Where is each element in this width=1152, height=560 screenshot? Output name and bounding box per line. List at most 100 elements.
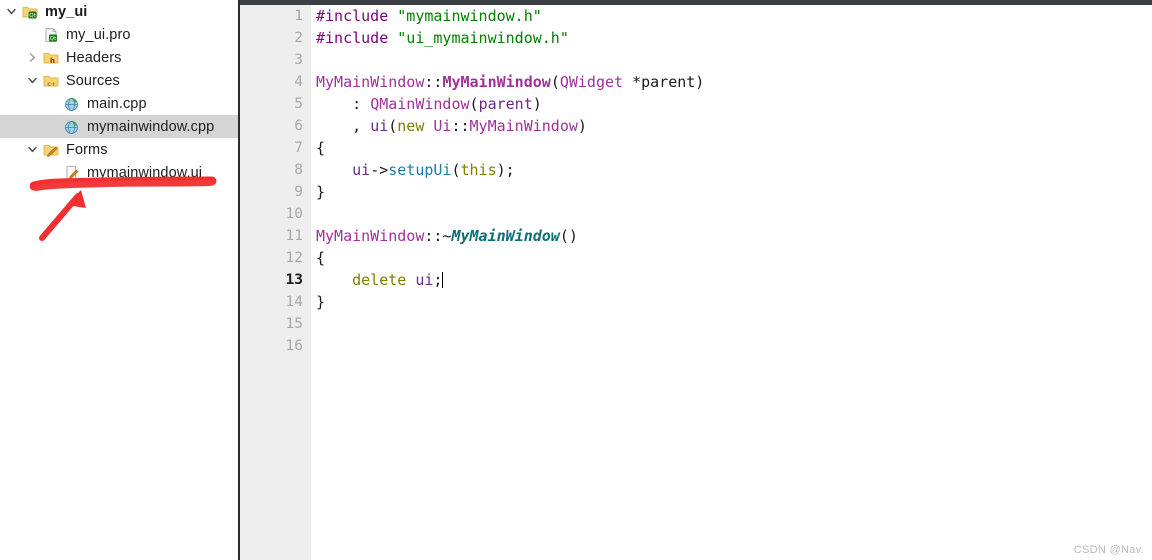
code-line[interactable]: #include "ui_mymainwindow.h" [316, 27, 1152, 49]
tree-twisty[interactable] [23, 52, 41, 63]
tree-item-sources[interactable]: c+ Sources [0, 69, 238, 92]
code-token: ( [550, 73, 560, 91]
code-line[interactable] [316, 49, 1152, 71]
line-number: 12 [240, 247, 311, 269]
svg-text:c+: c+ [47, 81, 56, 88]
code-line[interactable]: ui->setupUi(this); [316, 159, 1152, 181]
code-line[interactable]: } [316, 181, 1152, 203]
code-token: ::~ [424, 227, 452, 245]
code-token: #include [316, 29, 389, 47]
svg-text:Qt: Qt [50, 36, 57, 42]
code-token: , [316, 117, 371, 135]
app-root: Qt my_ui Qt my_ui.pro h Headers c+ Sources main.… [0, 0, 1152, 560]
watermark: CSDN @Nav. [1073, 544, 1144, 556]
tree-item-main-cpp[interactable]: main.cpp [0, 92, 238, 115]
ui-file-icon [62, 165, 82, 181]
tree-item-label: my_ui.pro [66, 26, 131, 43]
tree-item-label: mymainwindow.ui [87, 164, 203, 181]
code-line[interactable] [316, 313, 1152, 335]
tree-item-mymainwindow-cpp[interactable]: mymainwindow.cpp [0, 115, 238, 138]
cpp-file-icon [62, 119, 82, 135]
tree-item-label: my_ui [45, 3, 88, 20]
line-number: 16 [240, 335, 311, 357]
line-number-text: 1 [294, 8, 303, 24]
line-number-text: 13 [285, 272, 303, 288]
line-number: 11 [240, 225, 323, 247]
editor-top-strip [240, 0, 1152, 5]
code-token: "ui_mymainwindow.h" [397, 29, 569, 47]
code-token: ( [469, 95, 479, 113]
tree-item-label: Forms [66, 141, 108, 158]
code-line[interactable]: } [316, 291, 1152, 313]
sources-folder-icon: c+ [41, 73, 61, 89]
tree-twisty[interactable] [23, 144, 41, 155]
code-token: :: [451, 117, 470, 135]
code-line[interactable]: : QMainWindow(parent) [316, 93, 1152, 115]
code-token: QWidget [559, 73, 624, 91]
code-line[interactable]: , ui(new Ui::MyMainWindow) [316, 115, 1152, 137]
qt-pro-file-icon: Qt [41, 27, 61, 43]
line-number-text: 6 [294, 118, 303, 134]
tree-item-label: Headers [66, 49, 122, 66]
code-line[interactable]: MyMainWindow::~MyMainWindow() [316, 225, 1152, 247]
code-token: :: [424, 73, 443, 91]
tree-item-my-ui[interactable]: Qt my_ui [0, 0, 238, 23]
line-number-text: 9 [294, 184, 303, 200]
line-number-gutter[interactable]: 1 2 3 4 5 6 7 8 9 10 11 12 13 14 15 16 [240, 0, 323, 560]
tree-item-my-ui-pro[interactable]: Qt my_ui.pro [0, 23, 238, 46]
headers-folder-icon: h [41, 50, 61, 66]
code-line[interactable]: #include "mymainwindow.h" [316, 5, 1152, 27]
code-token: this [460, 161, 497, 179]
code-line[interactable] [316, 203, 1152, 225]
line-number-text: 5 [294, 96, 303, 112]
project-tree[interactable]: Qt my_ui Qt my_ui.pro h Headers c+ Sources main.… [0, 0, 238, 184]
code-token: : [316, 95, 371, 113]
tree-item-mymainwindow-ui[interactable]: mymainwindow.ui [0, 161, 238, 184]
line-number-text: 16 [285, 338, 303, 354]
code-line[interactable]: delete ui; [316, 269, 1152, 291]
code-token: ) [532, 95, 542, 113]
chevron-down-icon[interactable] [27, 75, 38, 86]
chevron-down-icon[interactable] [6, 6, 17, 17]
chevron-right-icon[interactable] [27, 52, 38, 63]
code-token: MyMainWindow [469, 117, 578, 135]
tree-item-forms[interactable]: Forms [0, 138, 238, 161]
line-number: 8 [240, 159, 311, 181]
chevron-down-icon[interactable] [27, 144, 38, 155]
line-number: 1 [240, 5, 311, 27]
line-number: 9 [240, 181, 311, 203]
code-token: MyMainWindow [451, 227, 560, 245]
code-area[interactable]: #include "mymainwindow.h" #include "ui_my… [311, 0, 1152, 560]
code-token: QMainWindow [370, 95, 470, 113]
code-token: *parent) [623, 73, 705, 91]
forms-folder-icon [41, 142, 61, 158]
red-arrow-annotation [30, 176, 217, 241]
line-number: 13 [240, 269, 311, 291]
code-token: { [316, 249, 326, 267]
code-line[interactable]: { [316, 247, 1152, 269]
line-number: 3 [240, 49, 311, 71]
tree-twisty[interactable] [2, 6, 20, 17]
line-number: 10 [240, 203, 311, 225]
code-editor[interactable]: 1 2 3 4 5 6 7 8 9 10 11 12 13 14 15 16 #include "mymain… [240, 0, 1152, 560]
line-number-text: 11 [285, 228, 303, 244]
code-token: ( [388, 117, 398, 135]
code-line[interactable] [316, 335, 1152, 357]
line-number-text: 2 [294, 30, 303, 46]
tree-item-label: mymainwindow.cpp [87, 118, 215, 135]
tree-twisty[interactable] [23, 75, 41, 86]
code-line[interactable]: { [316, 137, 1152, 159]
tree-item-label: Sources [66, 72, 120, 89]
line-number-text: 12 [285, 250, 303, 266]
line-number: 4 [240, 71, 311, 93]
code-token: ui [370, 117, 389, 135]
code-token: MyMainWindow [316, 227, 425, 245]
project-tree-panel[interactable]: Qt my_ui Qt my_ui.pro h Headers c+ Sources main.… [0, 0, 240, 560]
tree-item-headers[interactable]: h Headers [0, 46, 238, 69]
code-line[interactable]: MyMainWindow::MyMainWindow(QWidget *pare… [316, 71, 1152, 93]
cpp-file-icon [62, 96, 82, 112]
line-number-text: 14 [285, 294, 303, 310]
